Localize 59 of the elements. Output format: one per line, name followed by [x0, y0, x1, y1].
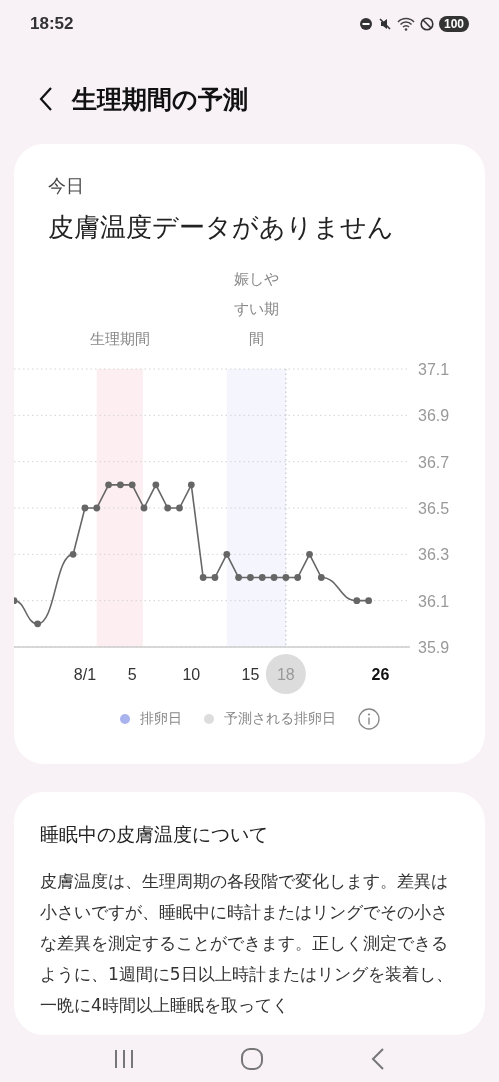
data-point: [164, 504, 172, 512]
mute-icon: [377, 17, 392, 31]
data-point: [117, 481, 124, 489]
data-point: [294, 574, 302, 581]
data-point: [187, 481, 195, 489]
data-point: [365, 597, 373, 605]
home-icon[interactable]: [240, 1046, 265, 1071]
data-point: [128, 481, 136, 489]
y-axis-label: 36.5: [418, 500, 450, 517]
y-axis-label: 36.9: [418, 407, 450, 425]
back-icon[interactable]: [370, 1046, 387, 1071]
status-message: 皮膚温度データがありません: [48, 211, 395, 244]
y-axis-label: 37.1: [418, 361, 450, 378]
data-point: [353, 597, 361, 605]
x-axis-label: 5: [127, 666, 137, 683]
data-point: [247, 574, 254, 581]
data-point: [93, 504, 101, 512]
data-point: [14, 597, 18, 605]
do-not-disturb-icon: [358, 17, 373, 31]
data-point: [223, 550, 231, 558]
info-icon[interactable]: [357, 708, 380, 730]
data-point: [258, 574, 266, 581]
band-label: 生理期間: [89, 330, 150, 348]
y-axis-label: 35.9: [418, 639, 450, 656]
x-axis-label: 26: [371, 666, 390, 683]
date-label: 今日: [48, 174, 85, 198]
data-point: [105, 481, 112, 489]
date-highlight: [265, 654, 306, 694]
section-title: 睡眠中の皮膚温度について: [40, 822, 269, 847]
data-point: [282, 574, 290, 581]
legend-label: 排卵日: [139, 710, 182, 728]
data-point: [34, 620, 42, 628]
data-point: [211, 574, 219, 581]
data-point: [176, 504, 183, 512]
battery-indicator: 100: [438, 16, 469, 32]
data-point: [199, 574, 207, 581]
data-point: [140, 504, 148, 512]
y-axis-label: 36.7: [418, 453, 450, 471]
y-axis-label: 36.1: [418, 592, 450, 610]
data-point: [152, 481, 160, 489]
x-axis-label: 10: [182, 666, 201, 683]
x-axis-label: 15: [241, 666, 260, 683]
data-point: [306, 550, 313, 558]
data-point: [69, 550, 77, 558]
wifi-icon: [396, 17, 415, 31]
x-axis-label: 8/1: [73, 666, 97, 683]
data-point: [317, 574, 325, 581]
legend-label: 予測される排卵日: [223, 710, 336, 728]
y-axis-label: 36.3: [418, 546, 450, 564]
recent-apps-icon[interactable]: [112, 1048, 135, 1069]
page-title: 生理期間の予測: [72, 83, 248, 116]
data-point: [235, 574, 242, 581]
x-axis-label: 18: [277, 666, 295, 683]
clock: 18:52: [30, 14, 74, 34]
blocked-icon: [419, 17, 434, 31]
data-point: [270, 574, 278, 581]
data-point: [81, 504, 89, 512]
band-label: 娠しやすい期間: [233, 272, 279, 348]
description-text: 皮膚温度は、生理周期の各段階で変化します。差異は小さいですが、睡眠中に時計またはリングでその小さな差異を測定することができます。正しく測定できるように、1週間に5日以上時計またはリングを装着し、一晩に4時間以上睡眠を取ってく: [40, 870, 454, 1017]
